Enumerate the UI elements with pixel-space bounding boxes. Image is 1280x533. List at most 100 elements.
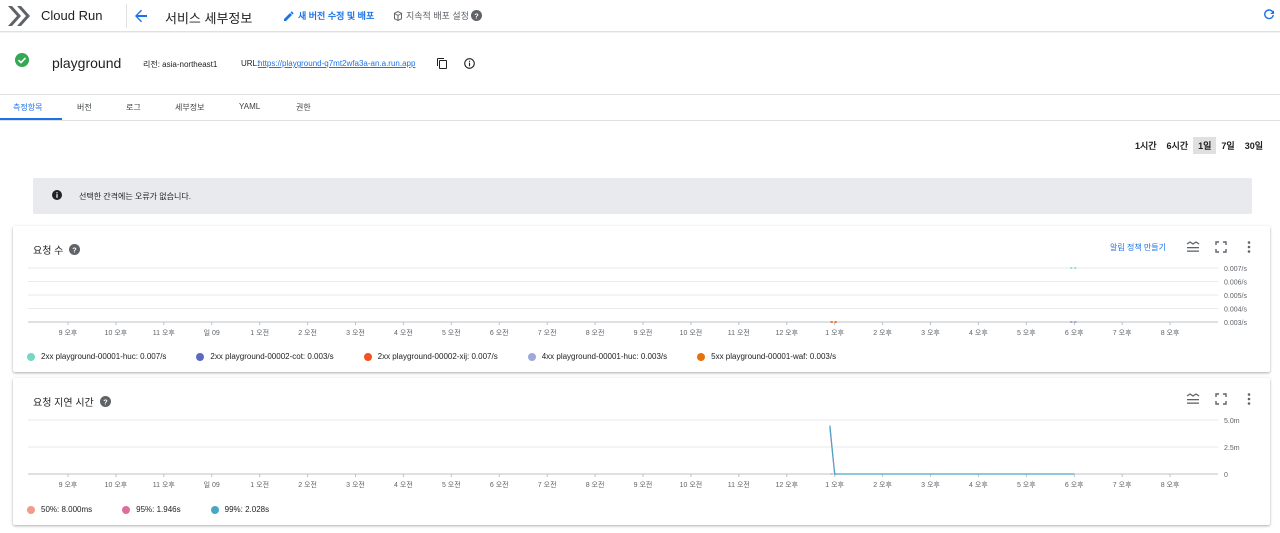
help-icon[interactable]: ? (99, 396, 111, 407)
legend-label: 4xx playground-00001-huc: 0.003/s (541, 352, 668, 361)
x-tick-label: 일 09 (204, 480, 220, 489)
x-tick-label: 2 오전 (298, 328, 317, 337)
x-tick-label: 10 오후 (105, 329, 128, 337)
request-count-legend: 2xx playground-00001-huc: 0.007/s 2xx pla… (27, 352, 866, 361)
tab-revisions[interactable]: 버전 (77, 102, 92, 113)
service-name: playground (52, 55, 122, 71)
legend-item[interactable]: 50%: 8.000ms (27, 505, 92, 514)
chart-options-icon[interactable] (1186, 240, 1200, 254)
svg-text:?: ? (73, 245, 78, 254)
y-tick-label: 0.004/s (1224, 307, 1247, 314)
x-tick-label: 9 오후 (59, 481, 78, 489)
help-icon[interactable]: ? (471, 10, 482, 21)
x-tick-label: 4 오전 (394, 328, 413, 337)
more-vert-icon[interactable] (1242, 392, 1256, 406)
legend-label: 2xx playground-00002-xij: 0.007/s (377, 352, 498, 361)
y-tick-label: 0.006/s (1224, 280, 1247, 287)
tab-metrics[interactable]: 측정항목 (13, 102, 42, 113)
x-tick-label: 12 오후 (775, 329, 798, 337)
request-latency-title-text: 요청 지연 시간 (33, 398, 94, 409)
request-count-chart: 0.007/s 0.006/s 0.005/s 0.004/s 0.003/s 9 오후 1… (28, 266, 1247, 337)
x-tick-label: 4 오전 (394, 480, 413, 489)
legend-item[interactable]: 4xx playground-00001-huc: 0.003/s (527, 352, 668, 361)
edit-deploy-button[interactable]: 새 버전 수정 및 배포 (284, 9, 374, 22)
page-title: 서비스 세부정보 (165, 11, 253, 26)
range-7d[interactable]: 7일 (1216, 137, 1239, 154)
x-tick-label: 11 오후 (153, 329, 176, 337)
x-tick-label: 일 09 (204, 328, 220, 337)
create-alert-policy-link[interactable]: 알림 정책 만들기 (1110, 242, 1166, 253)
tab-permissions[interactable]: 권한 (296, 102, 311, 113)
check-circle-icon (15, 53, 29, 67)
x-tick-label: 10 오후 (105, 481, 128, 489)
x-tick-label: 1 오후 (825, 481, 844, 489)
pencil-icon (284, 10, 294, 21)
x-tick-label: 3 오전 (346, 480, 365, 489)
legend-swatch (122, 505, 131, 514)
x-tick-label: 11 오전 (728, 480, 750, 489)
tab-yaml[interactable]: YAML (239, 102, 260, 111)
request-count-card: 요청 수 ? 알림 정책 만들기 0.007/s 0.006/s 0.005/s 0.… (13, 226, 1270, 372)
fullscreen-icon[interactable] (1214, 240, 1228, 254)
x-tick-label: 4 오후 (969, 329, 988, 337)
info-icon[interactable] (464, 58, 475, 69)
x-tick-label: 6 오전 (490, 480, 509, 489)
y-tick-label: 0 (1224, 472, 1228, 479)
time-range-selector: 1시간 6시간 1일 7일 30일 (1130, 137, 1268, 154)
legend-swatch (210, 505, 219, 514)
legend-item[interactable]: 2xx playground-00002-cot: 0.003/s (196, 352, 334, 361)
x-tick-label: 7 오전 (538, 480, 557, 489)
y-tick-label: 2.5m (1224, 445, 1240, 452)
request-count-title: 요청 수 ? (33, 242, 81, 257)
url-label: URL: (241, 59, 260, 68)
x-tick-label: 8 오후 (1161, 481, 1180, 489)
request-latency-actions (1186, 392, 1256, 406)
request-latency-title: 요청 지연 시간 ? (33, 394, 111, 409)
service-url-link[interactable]: https://playground-q7mt2wfa3a-an.a.run.a… (258, 59, 415, 68)
fullscreen-icon[interactable] (1214, 392, 1228, 406)
tab-logs[interactable]: 로그 (126, 102, 141, 113)
copy-icon[interactable] (437, 58, 447, 69)
range-30d[interactable]: 30일 (1240, 137, 1268, 154)
more-vert-icon[interactable] (1242, 240, 1256, 254)
x-tick-label: 4 오후 (969, 481, 988, 489)
x-tick-label: 9 오후 (59, 329, 78, 337)
region-label: 리전: asia-northeast1 (143, 60, 218, 69)
x-tick-label: 6 오후 (1065, 481, 1084, 489)
x-tick-label: 2 오후 (873, 329, 892, 337)
x-tick-label: 3 오전 (346, 328, 365, 337)
tab-details[interactable]: 세부정보 (175, 102, 204, 113)
legend-item[interactable]: 2xx playground-00002-xij: 0.007/s (363, 352, 498, 361)
x-tick-label: 2 오전 (298, 480, 317, 489)
top-bar: Cloud Run 서비스 세부정보 새 버전 수정 및 배포 지속적 배포 설… (0, 0, 1280, 32)
x-tick-label: 10 오전 (680, 480, 703, 489)
legend-item[interactable]: 95%: 1.946s (122, 505, 181, 514)
legend-item[interactable]: 5xx playground-00001-waf: 0.003/s (697, 352, 836, 361)
legend-label: 2xx playground-00002-cot: 0.003/s (210, 352, 334, 361)
legend-label: 2xx playground-00001-huc: 0.007/s (41, 352, 167, 361)
edit-deploy-label: 새 버전 수정 및 배포 (298, 11, 375, 21)
request-latency-chart: 5.0m 2.5m 0 9 오후 10 오후 11 오후 일 09 1 오전 2 오전 3 오전 4… (28, 418, 1240, 489)
chart-options-icon[interactable] (1186, 392, 1200, 406)
x-tick-label: 6 오전 (490, 328, 509, 337)
range-6h[interactable]: 6시간 (1162, 137, 1194, 154)
y-tick-label: 5.0m (1224, 418, 1240, 425)
cube-icon (394, 10, 402, 21)
range-1d[interactable]: 1일 (1193, 137, 1217, 154)
continuous-deploy-button[interactable]: 지속적 배포 설정 (393, 9, 469, 22)
product-name[interactable]: Cloud Run (41, 8, 102, 23)
range-1h[interactable]: 1시간 (1130, 137, 1162, 154)
legend-item[interactable]: 2xx playground-00001-huc: 0.007/s (27, 352, 166, 361)
legend-item[interactable]: 99%: 2.028s (210, 505, 269, 514)
legend-swatch (27, 505, 35, 514)
legend-swatch (697, 352, 706, 361)
x-tick-label: 8 오전 (586, 480, 605, 489)
x-tick-label: 5 오후 (1017, 329, 1036, 337)
x-tick-label: 7 오후 (1113, 329, 1132, 337)
request-count-actions: 알림 정책 만들기 (1110, 240, 1256, 254)
refresh-icon[interactable] (1263, 9, 1275, 21)
help-icon[interactable]: ? (69, 244, 81, 255)
x-tick-label: 1 오전 (250, 328, 269, 337)
back-arrow-icon[interactable] (132, 7, 150, 25)
x-tick-label: 8 오전 (586, 328, 605, 337)
